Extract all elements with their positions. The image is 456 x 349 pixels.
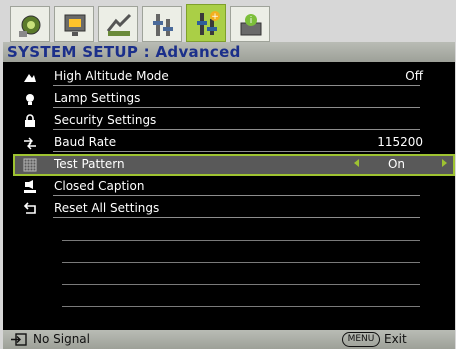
divider [53, 107, 420, 108]
information-icon: i [240, 14, 262, 36]
tab-system-basic[interactable] [142, 6, 182, 42]
empty-row-divider [62, 306, 420, 307]
menu-item-label: Test Pattern [54, 157, 125, 171]
menu-tab-bar: + i [0, 0, 456, 42]
input-source-icon [11, 333, 27, 346]
menu-item-reset-all-settings[interactable]: Reset All Settings [3, 198, 455, 220]
menu-item-high-altitude-mode[interactable]: High Altitude Mode Off [3, 66, 455, 88]
divider [53, 129, 420, 130]
system-basic-icon [153, 14, 173, 36]
tab-information[interactable]: i [230, 6, 270, 42]
mountain-icon [24, 74, 36, 82]
menu-item-value: On [387, 157, 405, 171]
menu-item-value: Off [405, 69, 423, 83]
lamp-icon [26, 94, 34, 105]
menu-item-security-settings[interactable]: Security Settings [3, 110, 455, 132]
status-bar: No Signal MENU Exit [3, 330, 455, 349]
test-pattern-icon [23, 158, 37, 172]
menu-header: SYSTEM SETUP : Advanced [3, 42, 455, 62]
exit-label: Exit [384, 332, 407, 346]
svg-text:+: + [211, 12, 219, 22]
display-icon [64, 14, 86, 36]
menu-item-closed-caption[interactable]: Closed Caption [3, 176, 455, 198]
left-arrow-icon[interactable] [354, 159, 359, 167]
menu-item-value: 115200 [377, 135, 423, 149]
empty-row-divider [62, 284, 420, 285]
svg-text:i: i [250, 16, 253, 26]
settings-basic-icon [106, 13, 132, 36]
menu-item-label: Closed Caption [54, 179, 145, 193]
menu-item-label: Lamp Settings [54, 91, 141, 105]
tab-system-advanced[interactable]: + [186, 4, 226, 42]
divider [53, 151, 420, 152]
tab-settings-basic[interactable] [98, 6, 138, 42]
menu-item-label: Baud Rate [54, 135, 117, 149]
empty-row-divider [62, 262, 420, 263]
tab-picture[interactable] [10, 6, 50, 42]
menu-item-label: Reset All Settings [54, 201, 160, 215]
menu-item-lamp-settings[interactable]: Lamp Settings [3, 88, 455, 110]
right-arrow-icon[interactable] [442, 159, 447, 167]
menu-item-baud-rate[interactable]: Baud Rate 115200 [3, 132, 455, 154]
empty-row-divider [62, 240, 420, 241]
osd-menu-panel: SYSTEM SETUP : Advanced High Altitude Mo… [3, 42, 455, 349]
reset-icon [23, 202, 36, 214]
baud-rate-icon [24, 137, 36, 150]
menu-item-label: Security Settings [54, 113, 157, 127]
signal-status: No Signal [33, 332, 90, 346]
tab-display[interactable] [54, 6, 94, 42]
divider [53, 85, 420, 86]
menu-button[interactable]: MENU [342, 332, 380, 347]
closed-caption-icon [24, 180, 36, 193]
page-title: SYSTEM SETUP : Advanced [7, 43, 241, 61]
lock-icon [25, 114, 35, 127]
picture-icon [19, 15, 41, 37]
system-advanced-icon: + [197, 11, 220, 35]
menu-item-test-pattern[interactable]: Test Pattern On [13, 154, 455, 176]
divider [53, 195, 420, 196]
menu-item-label: High Altitude Mode [54, 69, 169, 83]
divider [53, 217, 420, 218]
